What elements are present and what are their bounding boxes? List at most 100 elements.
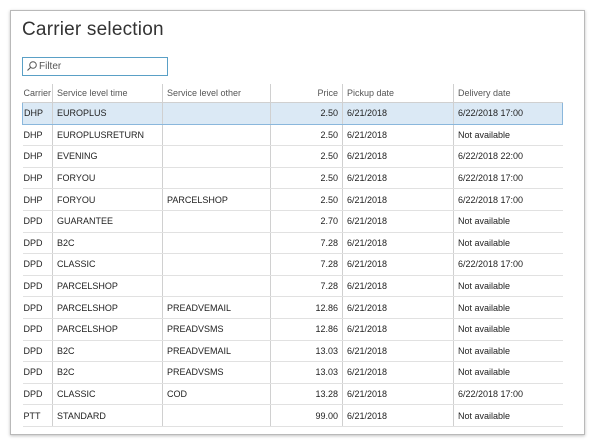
cell-pickup-date: 6/21/2018	[342, 296, 454, 319]
cell-service-level-time: STANDARD	[52, 404, 163, 427]
cell-service-level-time: FORYOU	[52, 167, 163, 190]
cell-pickup-date: 6/21/2018	[342, 361, 454, 384]
cell-delivery-date: 6/22/2018 17:00	[453, 188, 563, 211]
cell-service-level-other	[162, 102, 271, 125]
cell-service-level-other: PARCELSHOP	[162, 188, 271, 211]
cell-carrier: DPD	[22, 275, 53, 298]
cell-price: 13.03	[270, 340, 343, 363]
cell-pickup-date: 6/21/2018	[342, 275, 454, 298]
cell-carrier: DPD	[22, 318, 53, 341]
cell-price: 2.50	[270, 145, 343, 168]
cell-pickup-date: 6/21/2018	[342, 253, 454, 276]
cell-carrier: DHP	[22, 102, 53, 125]
table-header-row: Carrier Service level time Service level…	[22, 84, 563, 103]
cell-carrier: DPD	[22, 210, 53, 233]
column-header-delivery-date[interactable]: Delivery date	[453, 84, 563, 103]
table-body: DHP EUROPLUS 2.50 6/21/2018 6/22/2018 17:00 D…	[22, 102, 563, 427]
table-row[interactable]: DPD PARCELSHOP 7.28 6/21/2018 Not available	[22, 275, 563, 298]
cell-price: 7.28	[270, 232, 343, 255]
cell-price: 12.86	[270, 296, 343, 319]
cell-service-level-time: CLASSIC	[52, 383, 163, 406]
table-row[interactable]: PTT STANDARD 99.00 6/21/2018 Not available	[22, 404, 563, 427]
cell-delivery-date: 6/22/2018 17:00	[453, 383, 563, 406]
search-icon	[27, 61, 37, 71]
cell-service-level-time: EUROPLUS	[52, 102, 163, 125]
table-row[interactable]: DHP EUROPLUS 2.50 6/21/2018 6/22/2018 17:00	[22, 102, 563, 125]
cell-carrier: PTT	[22, 404, 53, 427]
cell-delivery-date: Not available	[453, 124, 563, 147]
table-row[interactable]: DHP FORYOU PARCELSHOP 2.50 6/21/2018 6/22/201…	[22, 188, 563, 211]
dialog-title: Carrier selection	[22, 19, 164, 40]
cell-service-level-other	[162, 275, 271, 298]
column-header-service-level-other[interactable]: Service level other	[162, 84, 271, 103]
cell-service-level-other: PREADVSMS	[162, 361, 271, 384]
cell-delivery-date: 6/22/2018 22:00	[453, 145, 563, 168]
cell-service-level-other	[162, 232, 271, 255]
cell-delivery-date: Not available	[453, 210, 563, 233]
cell-service-level-time: B2C	[52, 232, 163, 255]
cell-service-level-time: GUARANTEE	[52, 210, 163, 233]
cell-delivery-date: Not available	[453, 318, 563, 341]
cell-carrier: DPD	[22, 361, 53, 384]
cell-carrier: DHP	[22, 188, 53, 211]
table-row[interactable]: DPD CLASSIC 7.28 6/21/2018 6/22/2018 17:00	[22, 253, 563, 276]
table-row[interactable]: DPD B2C 7.28 6/21/2018 Not available	[22, 232, 563, 255]
cell-service-level-other	[162, 210, 271, 233]
cell-price: 13.28	[270, 383, 343, 406]
carrier-table: Carrier Service level time Service level…	[22, 84, 563, 427]
table-row[interactable]: DPD CLASSIC COD 13.28 6/21/2018 6/22/2018 17:…	[22, 383, 563, 406]
filter-box[interactable]	[22, 57, 168, 76]
cell-price: 2.50	[270, 167, 343, 190]
cell-pickup-date: 6/21/2018	[342, 188, 454, 211]
column-header-price[interactable]: Price	[270, 84, 343, 103]
cell-carrier: DHP	[22, 167, 53, 190]
cell-price: 2.50	[270, 188, 343, 211]
cell-price: 2.70	[270, 210, 343, 233]
table-row[interactable]: DPD B2C PREADVEMAIL 13.03 6/21/2018 Not avail…	[22, 340, 563, 363]
cell-carrier: DPD	[22, 296, 53, 319]
cell-pickup-date: 6/21/2018	[342, 102, 454, 125]
cell-service-level-time: CLASSIC	[52, 253, 163, 276]
column-header-carrier[interactable]: Carrier	[22, 84, 53, 103]
cell-pickup-date: 6/21/2018	[342, 167, 454, 190]
cell-service-level-other	[162, 145, 271, 168]
filter-input[interactable]	[39, 59, 165, 74]
table-row[interactable]: DHP FORYOU 2.50 6/21/2018 6/22/2018 17:00	[22, 167, 563, 190]
cell-carrier: DPD	[22, 383, 53, 406]
cell-service-level-time: B2C	[52, 340, 163, 363]
cell-pickup-date: 6/21/2018	[342, 383, 454, 406]
table-row[interactable]: DHP EVENING 2.50 6/21/2018 6/22/2018 22:00	[22, 145, 563, 168]
cell-carrier: DPD	[22, 232, 53, 255]
cell-delivery-date: 6/22/2018 17:00	[453, 167, 563, 190]
cell-service-level-other	[162, 167, 271, 190]
cell-service-level-other: PREADVEMAIL	[162, 296, 271, 319]
cell-service-level-other: PREADVSMS	[162, 318, 271, 341]
cell-carrier: DPD	[22, 253, 53, 276]
table-row[interactable]: DPD PARCELSHOP PREADVSMS 12.86 6/21/2018 Not …	[22, 318, 563, 341]
table-row[interactable]: DPD GUARANTEE 2.70 6/21/2018 Not available	[22, 210, 563, 233]
cell-delivery-date: 6/22/2018 17:00	[453, 102, 563, 125]
cell-pickup-date: 6/21/2018	[342, 318, 454, 341]
cell-price: 7.28	[270, 275, 343, 298]
cell-carrier: DHP	[22, 124, 53, 147]
cell-delivery-date: Not available	[453, 296, 563, 319]
cell-service-level-time: PARCELSHOP	[52, 296, 163, 319]
cell-carrier: DHP	[22, 145, 53, 168]
cell-pickup-date: 6/21/2018	[342, 145, 454, 168]
cell-service-level-other	[162, 124, 271, 147]
cell-pickup-date: 6/21/2018	[342, 340, 454, 363]
table-row[interactable]: DPD B2C PREADVSMS 13.03 6/21/2018 Not availab…	[22, 361, 563, 384]
cell-delivery-date: Not available	[453, 232, 563, 255]
cell-delivery-date: Not available	[453, 340, 563, 363]
cell-pickup-date: 6/21/2018	[342, 210, 454, 233]
cell-service-level-other	[162, 404, 271, 427]
cell-price: 13.03	[270, 361, 343, 384]
cell-service-level-time: FORYOU	[52, 188, 163, 211]
cell-service-level-other	[162, 253, 271, 276]
cell-price: 99.00	[270, 404, 343, 427]
table-row[interactable]: DHP EUROPLUSRETURN 2.50 6/21/2018 Not availa…	[22, 124, 563, 147]
table-row[interactable]: DPD PARCELSHOP PREADVEMAIL 12.86 6/21/2018 No…	[22, 296, 563, 319]
cell-pickup-date: 6/21/2018	[342, 232, 454, 255]
column-header-service-level-time[interactable]: Service level time	[52, 84, 163, 103]
column-header-pickup-date[interactable]: Pickup date	[342, 84, 454, 103]
